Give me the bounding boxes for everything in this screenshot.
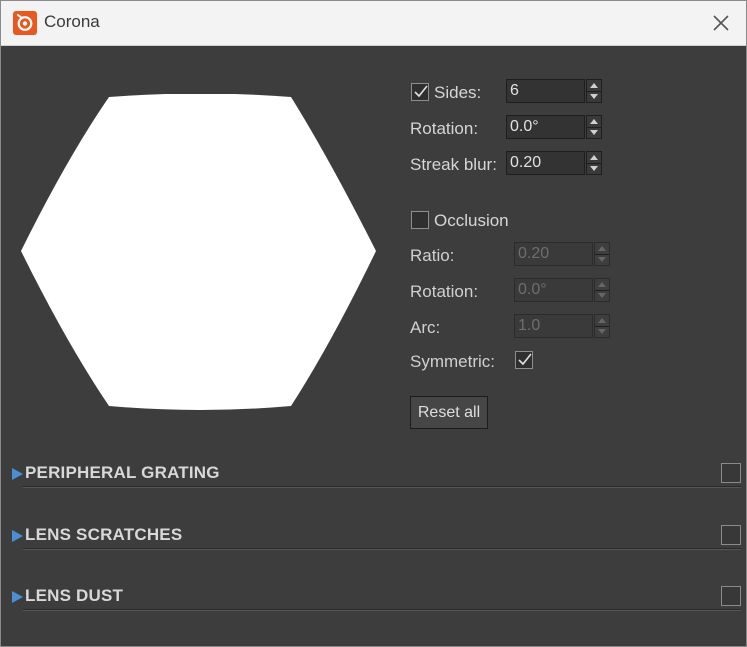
rotation-stepper[interactable] [586,115,602,139]
decrement-button[interactable] [587,163,601,174]
section-lens-dust[interactable]: LENS DUST [1,583,746,613]
section-divider [23,486,741,488]
arc-input[interactable]: 1.0 [514,314,593,338]
ratio-stepper[interactable] [594,242,610,266]
occlusion-label: Occlusion [434,211,509,230]
arrow-up-icon [598,318,606,323]
sides-label: Sides: [434,83,482,102]
symmetric-checkbox[interactable] [515,351,533,369]
ratio-label: Ratio: [410,246,455,265]
section-peripheral-grating[interactable]: PERIPHERAL GRATING [1,460,746,490]
close-icon [713,15,729,31]
arrow-down-icon [598,293,606,298]
lens-dust-checkbox[interactable] [721,586,741,606]
arrow-down-icon [598,257,606,262]
sides-checkbox[interactable] [411,83,429,101]
title-bar: Corona [1,1,746,46]
section-title: LENS DUST [25,586,124,605]
decrement-button[interactable] [587,127,601,138]
arrow-up-icon [590,155,598,160]
lens-scratches-checkbox[interactable] [721,525,741,545]
decrement-button[interactable] [587,91,601,102]
expand-arrow-icon [12,591,23,603]
check-icon [414,85,428,98]
reset-all-button[interactable]: Reset all [410,396,488,429]
arrow-down-icon [590,130,598,135]
streak-blur-stepper[interactable] [586,151,602,175]
rotation-input[interactable]: 0.0° [506,115,585,139]
occlusion-rotation-input[interactable]: 0.0° [514,278,593,302]
symmetric-label: Symmetric: [410,352,495,371]
occlusion-rotation-label: Rotation: [410,282,479,301]
aperture-preview [21,94,376,410]
arc-stepper[interactable] [594,314,610,338]
section-divider [23,548,741,550]
peripheral-grating-checkbox[interactable] [721,463,741,483]
check-icon [518,353,532,366]
sides-stepper[interactable] [586,79,602,103]
section-title: LENS SCRATCHES [25,525,183,544]
streak-blur-label: Streak blur: [410,155,497,174]
arrow-down-icon [590,166,598,171]
section-divider [23,609,741,611]
arrow-up-icon [590,119,598,124]
arrow-up-icon [598,246,606,251]
arrow-down-icon [598,329,606,334]
arrow-up-icon [590,83,598,88]
section-lens-scratches[interactable]: LENS SCRATCHES [1,522,746,552]
decrement-button[interactable] [595,254,609,265]
section-title: PERIPHERAL GRATING [25,463,220,482]
decrement-button[interactable] [595,290,609,301]
close-button[interactable] [697,3,745,43]
ratio-input[interactable]: 0.20 [514,242,593,266]
arrow-down-icon [590,94,598,99]
arrow-up-icon [598,282,606,287]
window-title: Corona [44,12,100,31]
corona-logo-icon [13,11,37,35]
arc-label: Arc: [410,318,441,337]
corona-dialog: Corona Sides: 6 Rotation: 0.0° Streak bl… [0,0,747,647]
rotation-label: Rotation: [410,119,479,138]
sides-input[interactable]: 6 [506,79,585,103]
decrement-button[interactable] [595,326,609,337]
expand-arrow-icon [12,468,23,480]
occlusion-rotation-stepper[interactable] [594,278,610,302]
occlusion-checkbox[interactable] [411,211,429,229]
bokeh-panel: Sides: 6 Rotation: 0.0° Streak blur: 0.2… [1,46,746,646]
streak-blur-input[interactable]: 0.20 [506,151,585,175]
expand-arrow-icon [12,530,23,542]
